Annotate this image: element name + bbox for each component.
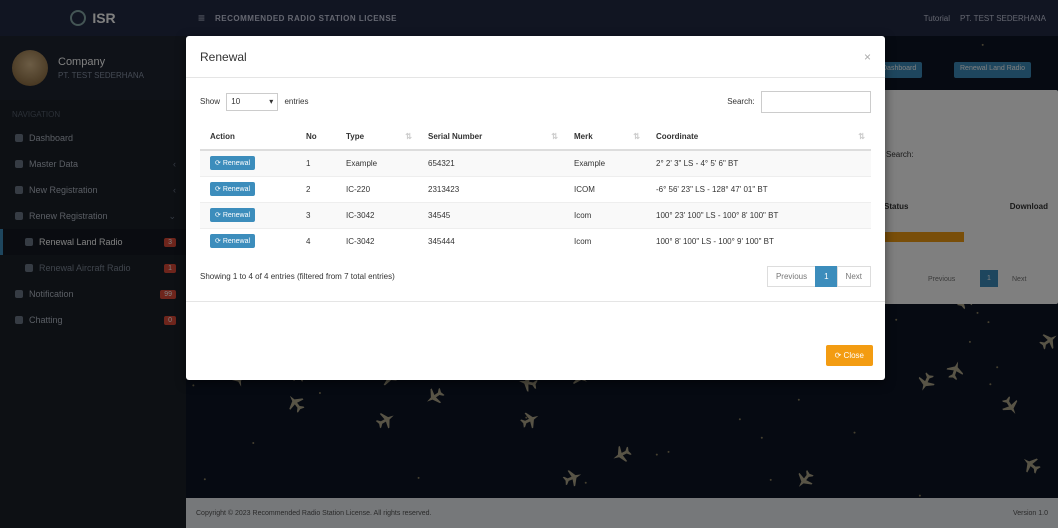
cell-type: IC-220	[336, 175, 418, 202]
col-action[interactable]: Action	[200, 124, 296, 151]
modal-divider	[186, 301, 885, 302]
refresh-icon: ⟳	[834, 351, 842, 360]
table-controls: Show 10 ▾ entries Search:	[200, 90, 871, 114]
renewal-button[interactable]: ⟳ Renewal	[210, 156, 256, 171]
cell-serial: 2313423	[418, 175, 564, 202]
table-row: ⟳ Renewal 3 IC-3042 34545 Icom 100° 23' …	[200, 201, 871, 228]
col-no[interactable]: No	[296, 124, 336, 151]
cell-coordinate: 100° 23' 100" LS - 100° 8' 100" BT	[646, 201, 871, 228]
entries-label: entries	[284, 97, 309, 107]
sort-icon: ⇅	[858, 132, 865, 141]
renewal-modal: Renewal × Show 10 ▾ entries Search: Actio…	[186, 36, 885, 380]
close-icon[interactable]: ×	[864, 50, 871, 64]
search-label: Search:	[727, 97, 755, 107]
modal-header: Renewal ×	[186, 36, 885, 78]
cell-type: IC-3042	[336, 201, 418, 228]
cell-serial: 34545	[418, 201, 564, 228]
modal-body: Show 10 ▾ entries Search: Action No Type ⇅…	[186, 78, 885, 314]
next-page-button[interactable]: Next	[836, 266, 871, 287]
cell-merk: Icom	[564, 201, 646, 228]
cell-type: Example	[336, 149, 418, 176]
renewal-table: Action No Type ⇅ Serial Number ⇅ Merk ⇅ Coo…	[200, 124, 871, 254]
cell-serial: 345444	[418, 227, 564, 254]
col-type[interactable]: Type ⇅	[336, 124, 418, 151]
col-merk[interactable]: Merk ⇅	[564, 124, 646, 151]
entries-select[interactable]: 10 ▾	[226, 93, 279, 111]
modal-title: Renewal	[200, 49, 247, 64]
cell-no: 2	[296, 175, 336, 202]
show-label: Show	[200, 97, 221, 107]
cell-no: 3	[296, 201, 336, 228]
renewal-button[interactable]: ⟳ Renewal	[210, 234, 256, 249]
cell-coordinate: 2° 2' 3" LS - 4° 5' 6" BT	[646, 149, 871, 176]
col-serial-number[interactable]: Serial Number ⇅	[418, 124, 564, 151]
col-coordinate[interactable]: Coordinate ⇅	[646, 124, 871, 151]
table-footer: Showing 1 to 4 of 4 entries (filtered fr…	[200, 266, 871, 287]
showing-info: Showing 1 to 4 of 4 entries (filtered fr…	[200, 272, 395, 281]
table-header-row: Action No Type ⇅ Serial Number ⇅ Merk ⇅ Coo…	[200, 124, 871, 151]
chevron-down-icon: ▾	[269, 97, 274, 106]
page-1-button[interactable]: 1	[815, 266, 838, 287]
sort-icon: ⇅	[405, 132, 412, 141]
pagination: Previous 1 Next	[766, 266, 871, 287]
table-row: ⟳ Renewal 2 IC-220 2313423 ICOM -6° 56' …	[200, 175, 871, 202]
search-input[interactable]	[761, 91, 871, 113]
close-button[interactable]: ⟳ Close	[825, 345, 873, 366]
cell-coordinate: -6° 56' 23" LS - 128° 47' 01" BT	[646, 175, 871, 202]
cell-serial: 654321	[418, 149, 564, 176]
table-row: ⟳ Renewal 1 Example 654321 Example 2° 2'…	[200, 149, 871, 176]
cell-merk: Example	[564, 149, 646, 176]
prev-page-button[interactable]: Previous	[766, 266, 817, 287]
table-row: ⟳ Renewal 4 IC-3042 345444 Icom 100° 8' …	[200, 227, 871, 254]
sort-icon: ⇅	[551, 132, 558, 141]
cell-type: IC-3042	[336, 227, 418, 254]
renewal-button[interactable]: ⟳ Renewal	[210, 182, 256, 196]
cell-coordinate: 100° 8' 100" LS - 100° 9' 100" BT	[646, 227, 871, 254]
sort-icon: ⇅	[633, 132, 640, 141]
cell-no: 1	[296, 149, 336, 176]
renewal-button[interactable]: ⟳ Renewal	[210, 208, 256, 222]
cell-no: 4	[296, 227, 336, 254]
cell-merk: Icom	[564, 227, 646, 254]
cell-merk: ICOM	[564, 175, 646, 202]
